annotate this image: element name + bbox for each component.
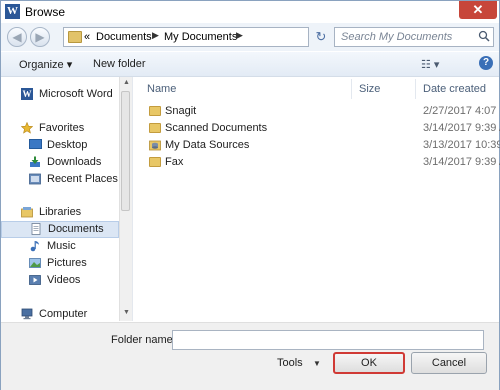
nav-item-documents[interactable]: Documents <box>1 221 119 238</box>
libraries-icon <box>21 207 33 218</box>
column-header-name[interactable]: Name <box>147 83 176 95</box>
pictures-icon <box>29 258 41 268</box>
folder-name-label: Folder name: <box>111 334 176 346</box>
scroll-up-icon[interactable]: ▲ <box>123 79 130 86</box>
folder-icon <box>149 123 161 133</box>
nav-item-label: Computer <box>39 308 88 320</box>
title-bar: W Browse ✕ <box>1 1 499 23</box>
address-prefix[interactable]: « <box>84 31 90 43</box>
file-row-snagit[interactable]: Snagit 2/27/2017 4:07 PM <box>133 103 500 120</box>
nav-item-label: Libraries <box>39 206 82 218</box>
navigation-pane: W Microsoft Word Favorites Desktop Downl… <box>1 77 131 321</box>
command-toolbar: Organize ▾ New folder ☷ ▾ ? <box>1 52 499 77</box>
file-row-my-data-sources[interactable]: My Data Sources 3/13/2017 10:39 AM <box>133 137 500 154</box>
column-header-size[interactable]: Size <box>359 83 380 95</box>
nav-item-label: Downloads <box>47 156 102 168</box>
organize-menu[interactable]: Organize ▾ <box>19 58 72 71</box>
nav-item-label: Favorites <box>39 122 85 134</box>
breadcrumb-separator-icon[interactable]: ▶ <box>152 30 159 41</box>
window-title: Browse <box>25 5 66 19</box>
file-row-scanned-documents[interactable]: Scanned Documents 3/14/2017 9:39 AM <box>133 120 500 137</box>
search-box[interactable]: Search My Documents <box>334 27 494 47</box>
downloads-icon <box>30 156 40 167</box>
star-icon <box>21 122 33 134</box>
refresh-icon[interactable]: ↻ <box>311 27 331 47</box>
breadcrumb-documents[interactable]: Documents <box>96 31 152 43</box>
search-icon[interactable] <box>478 30 490 42</box>
ok-button[interactable]: OK <box>333 352 405 374</box>
search-placeholder: Search My Documents <box>341 31 453 43</box>
column-header-date-created[interactable]: Date created <box>423 83 486 95</box>
recent-places-icon <box>29 173 41 185</box>
cancel-button[interactable]: Cancel <box>411 352 487 374</box>
navigation-scrollbar[interactable]: ▲ ▼ <box>119 77 132 321</box>
scroll-down-icon[interactable]: ▼ <box>123 309 130 316</box>
help-icon[interactable]: ? <box>479 56 493 70</box>
tools-dropdown-icon[interactable]: ▼ <box>313 359 321 368</box>
nav-item-videos[interactable]: Videos <box>1 272 119 289</box>
close-button[interactable]: ✕ <box>459 1 497 19</box>
file-name: My Data Sources <box>165 139 250 151</box>
nav-item-recent-places[interactable]: Recent Places <box>1 171 119 188</box>
nav-item-label: Recent Places <box>47 173 118 185</box>
column-separator[interactable] <box>351 79 352 99</box>
address-bar[interactable]: « Documents ▶ My Documents ▶ ▼ <box>63 27 368 47</box>
folder-name-input[interactable] <box>172 330 484 350</box>
file-date: 2/27/2017 4:07 PM <box>423 105 500 117</box>
file-list: Name Size Date created Snagit 2/27/2017 … <box>133 77 500 321</box>
nav-item-label: Documents <box>48 223 104 235</box>
desktop-icon <box>29 139 42 149</box>
nav-item-label: Videos <box>47 274 81 286</box>
file-date: 3/14/2017 9:39 AM <box>423 122 500 134</box>
nav-item-favorites[interactable]: Favorites <box>1 120 119 137</box>
nav-item-computer[interactable]: Computer <box>1 306 119 321</box>
column-separator[interactable] <box>415 79 416 99</box>
folder-icon <box>149 157 161 167</box>
videos-icon <box>29 275 41 285</box>
file-name: Scanned Documents <box>165 122 268 134</box>
file-date: 3/13/2017 10:39 AM <box>423 139 500 151</box>
breadcrumb-my-documents[interactable]: My Documents <box>164 31 237 43</box>
navigation-bar: ◀ ▶ « Documents ▶ My Documents ▶ ▼ ↻ Sea… <box>1 23 499 51</box>
computer-icon <box>21 308 33 320</box>
file-date: 3/14/2017 9:39 AM <box>423 156 500 168</box>
view-options-icon[interactable]: ☷ ▾ <box>421 58 439 71</box>
nav-item-music[interactable]: Music <box>1 238 119 255</box>
data-sources-icon <box>149 140 161 151</box>
music-icon <box>30 241 39 252</box>
nav-item-label: Desktop <box>47 139 88 151</box>
breadcrumb-separator-icon[interactable]: ▶ <box>236 30 243 41</box>
file-name: Fax <box>165 156 184 168</box>
nav-item-microsoft-word[interactable]: W Microsoft Word <box>1 86 119 103</box>
tools-menu[interactable]: Tools <box>277 357 303 369</box>
folder-icon <box>68 31 82 43</box>
forward-button[interactable]: ▶ <box>30 27 50 47</box>
scrollbar-thumb[interactable] <box>121 91 130 211</box>
nav-item-pictures[interactable]: Pictures <box>1 255 119 272</box>
back-button[interactable]: ◀ <box>7 27 27 47</box>
nav-item-libraries[interactable]: Libraries <box>1 204 119 221</box>
word-icon: W <box>21 88 33 100</box>
file-row-fax[interactable]: Fax 3/14/2017 9:39 AM <box>133 154 500 171</box>
file-name: Snagit <box>165 105 197 117</box>
nav-item-label: Microsoft Word <box>39 88 113 100</box>
nav-item-desktop[interactable]: Desktop <box>1 137 119 154</box>
documents-icon <box>31 223 41 235</box>
dialog-footer: Folder name: Tools ▼ OK Cancel <box>1 322 499 390</box>
nav-item-label: Pictures <box>47 257 87 269</box>
browse-dialog: W Browse ✕ ◀ ▶ « Documents ▶ My Document… <box>0 0 500 390</box>
nav-item-downloads[interactable]: Downloads <box>1 154 119 171</box>
folder-icon <box>149 106 161 116</box>
new-folder-button[interactable]: New folder <box>93 58 146 70</box>
word-app-icon: W <box>5 4 20 19</box>
nav-item-label: Music <box>47 240 76 252</box>
